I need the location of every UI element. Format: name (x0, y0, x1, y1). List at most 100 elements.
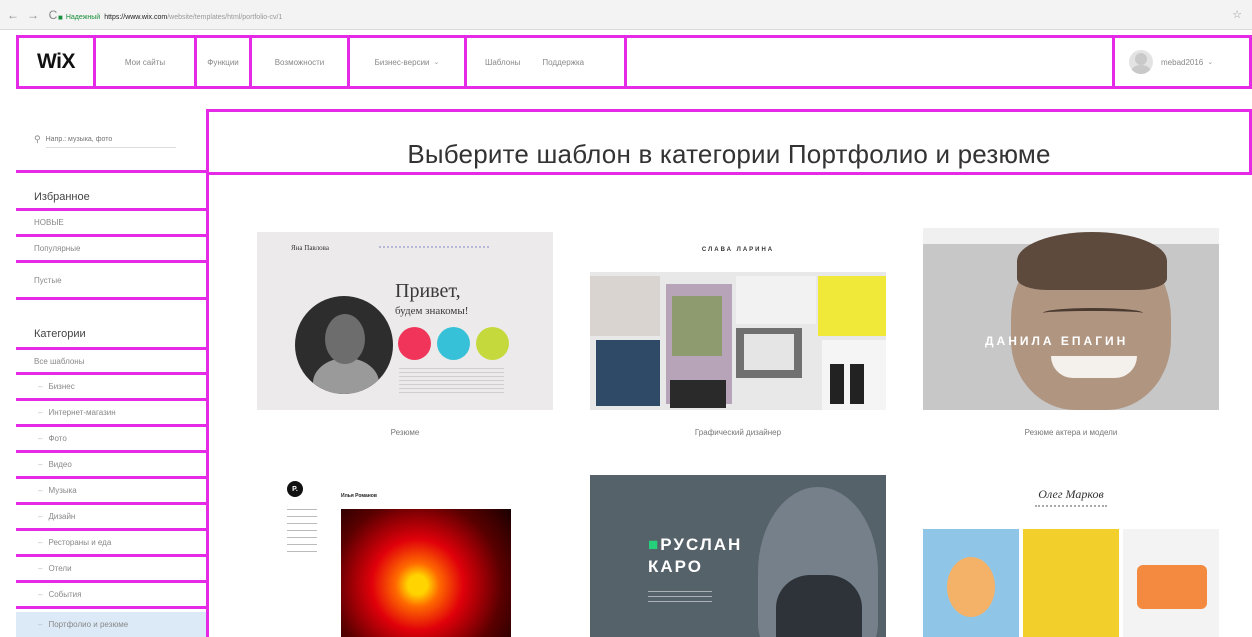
dash-icon: – (38, 460, 43, 469)
sidebar-item-label: НОВЫЕ (34, 218, 64, 227)
favorites-heading: Избранное (34, 191, 90, 203)
abstract-image (341, 509, 511, 637)
template-caption: Графический дизайнер (694, 428, 782, 437)
template-thumbnail[interactable]: ДАНИЛА ЕПАГИН (923, 228, 1219, 410)
site-header: WiX Мои сайты Функции Возможности Бизнес… (16, 35, 1252, 89)
categories-heading: Категории (34, 328, 86, 340)
template-card-designer-dark[interactable]: ■РУСЛАН КАРО (590, 475, 886, 637)
sidebar-item-popular[interactable]: Популярные (16, 237, 206, 263)
template-card-actor-model[interactable]: ДАНИЛА ЕПАГИН Резюме актера и модели (923, 228, 1219, 437)
sidebar-item-all-templates[interactable]: Все шаблоны (16, 347, 206, 375)
portrait-smile (1051, 356, 1137, 378)
address-bar[interactable]: ■ Надежный https://www.wix.com /website/… (58, 10, 282, 24)
sidebar-item-hotels[interactable]: – Отели (16, 557, 206, 583)
sidebar-item-events[interactable]: – События (16, 583, 206, 609)
chevron-down-icon: ⌄ (1207, 59, 1214, 66)
sidebar-item-portfolio[interactable]: – Портфолио и резюме (16, 612, 206, 637)
collage-tile (596, 340, 660, 406)
sidebar-item-label: Бизнес (48, 382, 75, 391)
user-name: mebad2016 (1161, 57, 1204, 67)
thumb-tabs (379, 246, 489, 248)
template-card-graphic-designer[interactable]: СЛАВА ЛАРИНА Графический дизайнер (590, 228, 886, 437)
forward-icon[interactable]: → (26, 8, 40, 22)
template-card-illustrator[interactable]: Олег Марков (923, 465, 1219, 637)
sidebar-item-music[interactable]: – Музыка (16, 479, 206, 505)
portrait-image (295, 296, 393, 394)
sidebar-item-new[interactable]: НОВЫЕ (16, 208, 206, 237)
avatar (1129, 50, 1153, 74)
thumb-name: ДАНИЛА ЕПАГИН (985, 334, 1129, 348)
page-title: Выберите шаблон в категории Портфолио и … (407, 139, 1051, 169)
url-host: https://www.wix.com (104, 13, 168, 21)
secure-label: Надежный (65, 13, 101, 21)
template-thumbnail[interactable]: P. Илья Романов (257, 465, 553, 637)
sidebar-item-business[interactable]: – Бизнес (16, 375, 206, 401)
nav-label: Возможности (274, 57, 325, 67)
sidebar: ⚲ Избранное НОВЫЕ Популярные Пустые Кате… (16, 109, 209, 637)
cyan-circle (437, 327, 470, 360)
wix-logo[interactable]: WiX (19, 38, 96, 86)
thumb-name: Илья Романов (341, 493, 377, 499)
sidebar-item-label: Отели (48, 564, 72, 573)
back-icon[interactable]: ← (6, 8, 20, 22)
portrait-hair (1017, 232, 1167, 290)
illustration-face (947, 557, 995, 617)
search-input[interactable] (45, 131, 176, 148)
sidebar-item-blank[interactable]: Пустые (16, 263, 206, 300)
nav-label: Бизнес-версии (374, 57, 430, 67)
sidebar-item-label: Популярные (34, 244, 81, 253)
nav-features[interactable]: Функции (197, 38, 252, 86)
dash-icon: – (38, 434, 43, 443)
user-menu[interactable]: mebad2016 ⌄ (1112, 38, 1249, 86)
collage-tile (590, 276, 660, 336)
thumb-name-b: КАРО (648, 557, 703, 576)
collage-tile (818, 276, 886, 336)
thumb-name: Яна Павлова (291, 244, 329, 252)
thumb-text-lines (399, 368, 504, 394)
template-card-resume[interactable]: Яна Павлова Привет, будем знакомы! Резюм… (257, 228, 553, 437)
sidebar-item-video[interactable]: – Видео (16, 453, 206, 479)
sidebar-item-label: Интернет-магазин (48, 408, 116, 417)
template-thumbnail[interactable]: ■РУСЛАН КАРО (590, 475, 886, 637)
template-caption: Резюме (390, 428, 420, 437)
nav-my-sites[interactable]: Мои сайты (96, 38, 197, 86)
sidebar-item-online-store[interactable]: – Интернет-магазин (16, 401, 206, 427)
page: ← → C ■ Надежный https://www.wix.com /we… (0, 0, 1252, 637)
nav-label: Мои сайты (124, 57, 166, 67)
sidebar-item-label: Пустые (34, 275, 62, 285)
nav-business[interactable]: Бизнес-версии ⌄ (350, 38, 467, 86)
collage-tile (670, 380, 726, 408)
lock-icon: ■ (58, 12, 63, 22)
template-caption: Резюме актера и модели (1024, 428, 1118, 437)
thumb-collage (590, 272, 886, 410)
nav-support[interactable]: Поддержка (542, 58, 584, 67)
bookmark-star-icon[interactable]: ☆ (1232, 8, 1242, 21)
nav-capabilities[interactable]: Возможности (252, 38, 350, 86)
collage-tile (830, 364, 844, 404)
search-box: ⚲ (16, 109, 206, 173)
template-thumbnail[interactable]: Олег Марков (923, 465, 1219, 637)
thumb-tabs (1035, 505, 1107, 507)
template-thumbnail[interactable]: Яна Павлова Привет, будем знакомы! (257, 228, 553, 410)
collage-tile (744, 334, 794, 370)
nav-group-templates-support: Шаблоны Поддержка (467, 38, 627, 86)
wix-logo-text: WiX (37, 50, 75, 73)
sidebar-item-label: Видео (48, 460, 72, 469)
template-card-photographer[interactable]: P. Илья Романов (257, 465, 553, 637)
sidebar-item-design[interactable]: – Дизайн (16, 505, 206, 531)
illustration-cassette (1137, 565, 1207, 609)
sidebar-item-restaurants[interactable]: – Рестораны и еда (16, 531, 206, 557)
dash-icon: – (38, 408, 43, 417)
thumb-navbar (257, 228, 553, 232)
content-header: Выберите шаблон в категории Портфолио и … (209, 112, 1252, 175)
thumb-menu (287, 509, 317, 553)
nav-templates[interactable]: Шаблоны (485, 58, 520, 67)
sidebar-item-photo[interactable]: – Фото (16, 427, 206, 453)
collage-tile (736, 276, 816, 324)
collage-tile (672, 296, 722, 356)
thumb-greeting-sub: будем знакомы! (395, 305, 469, 317)
collage-tile (850, 364, 864, 404)
template-thumbnail[interactable]: СЛАВА ЛАРИНА (590, 228, 886, 410)
thumb-text-lines (648, 591, 712, 603)
thumb-name: Олег Марков (1038, 487, 1104, 501)
